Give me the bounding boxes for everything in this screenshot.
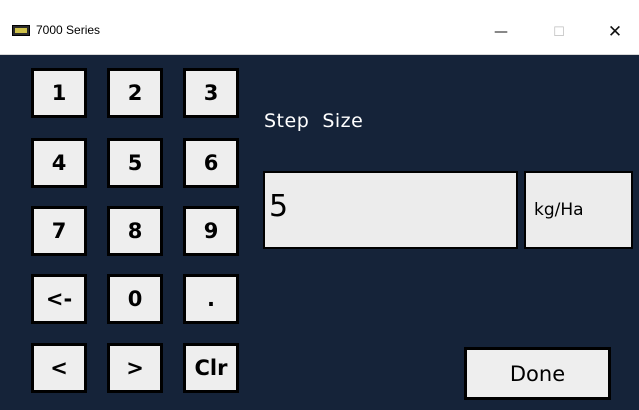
key-4[interactable]: 4 [31, 138, 87, 188]
key-1[interactable]: 1 [31, 68, 87, 118]
title-bar[interactable]: 7000 Series — ☐ ✕ [0, 0, 639, 55]
unit-label: kg/Ha [534, 200, 584, 220]
maximize-button[interactable]: ☐ [536, 14, 582, 50]
key-9[interactable]: 9 [183, 206, 239, 256]
backspace-key[interactable]: <- [31, 274, 87, 324]
cursor-left-key[interactable]: < [31, 343, 87, 393]
close-button[interactable]: ✕ [592, 14, 638, 50]
key-0[interactable]: 0 [107, 274, 163, 324]
done-button[interactable]: Done [464, 347, 611, 400]
key-5[interactable]: 5 [107, 138, 163, 188]
key-6[interactable]: 6 [183, 138, 239, 188]
maximize-icon: ☐ [553, 24, 565, 40]
unit-button[interactable]: kg/Ha [524, 171, 633, 249]
app-window: 7000 Series — ☐ ✕ 1 2 3 4 5 6 7 8 9 <- 0… [0, 0, 639, 410]
decimal-key[interactable]: . [183, 274, 239, 324]
app-icon [12, 25, 30, 36]
key-7[interactable]: 7 [31, 206, 87, 256]
step-size-value-field[interactable]: 5 [263, 171, 518, 249]
minimize-button[interactable]: — [478, 14, 524, 50]
step-size-value: 5 [269, 189, 289, 224]
clear-key[interactable]: Clr [183, 343, 239, 393]
cursor-right-key[interactable]: > [107, 343, 163, 393]
close-icon: ✕ [607, 22, 623, 42]
window-title: 7000 Series [36, 23, 101, 37]
minimize-icon: — [494, 24, 508, 40]
key-8[interactable]: 8 [107, 206, 163, 256]
key-3[interactable]: 3 [183, 68, 239, 118]
step-size-label: Step Size [264, 110, 364, 132]
key-2[interactable]: 2 [107, 68, 163, 118]
